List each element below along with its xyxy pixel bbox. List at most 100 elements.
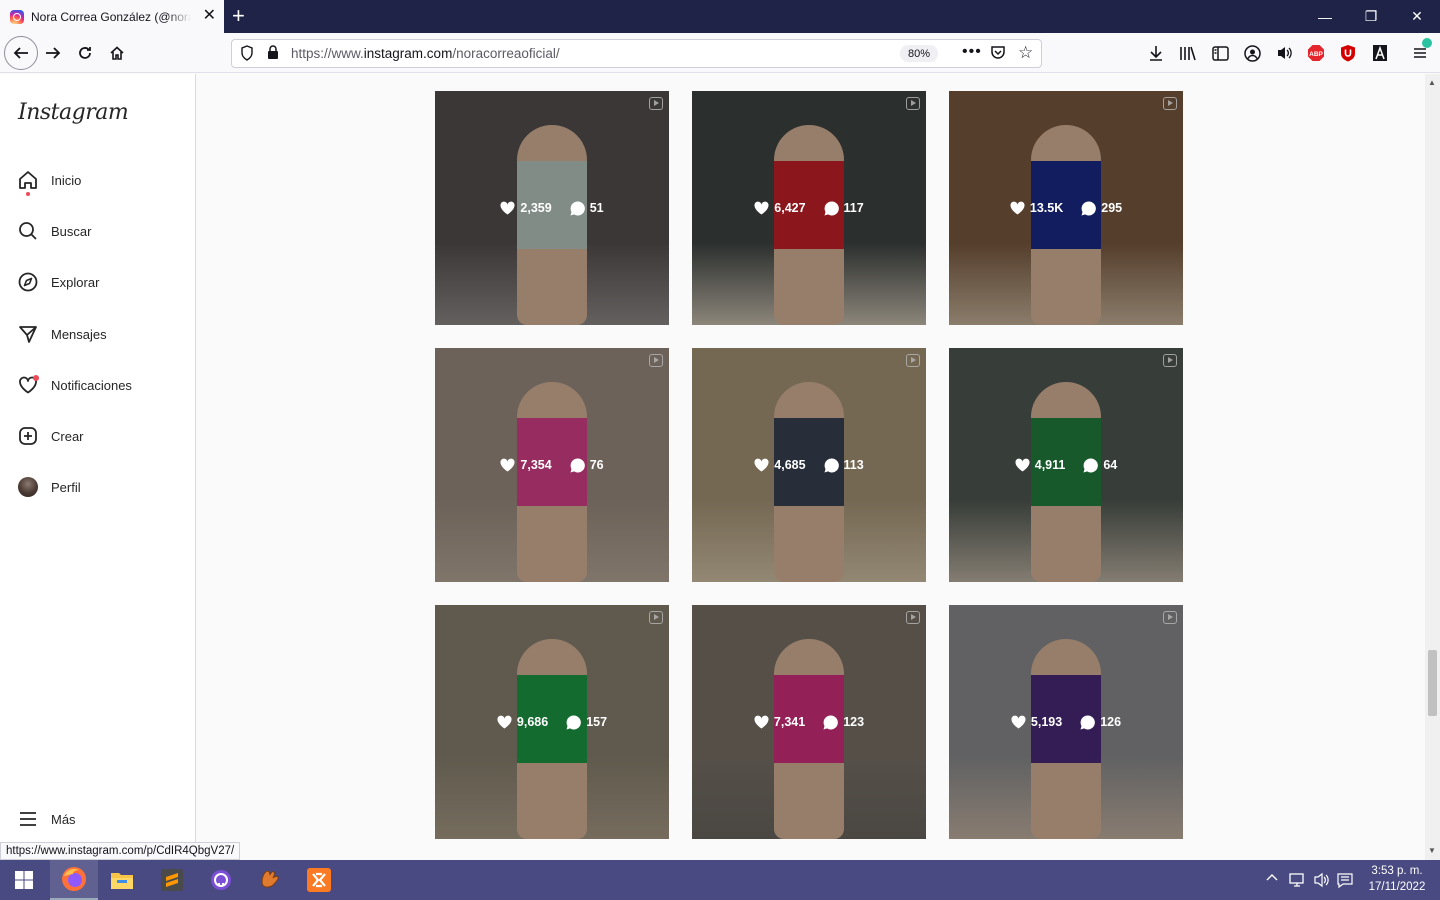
likes-stat: 7,354	[500, 458, 552, 472]
comment-icon	[823, 714, 839, 729]
heart-icon	[754, 201, 769, 215]
clock-time: 3:53 p. m.	[1371, 865, 1423, 877]
comment-icon	[1080, 714, 1096, 729]
sidebar-item-perfil[interactable]: Perfil	[17, 474, 81, 500]
likes-count: 13.5K	[1029, 201, 1064, 215]
sidebar-item-mensajes[interactable]: Mensajes	[17, 321, 107, 347]
post-thumbnail[interactable]: 7,354 76	[435, 348, 669, 582]
likes-stat: 9,686	[497, 715, 548, 729]
post-hover-overlay[interactable]: 4,911 64	[949, 348, 1183, 582]
xampp-icon[interactable]	[295, 860, 343, 900]
sidebar-item-buscar[interactable]: Buscar	[17, 218, 91, 244]
close-window-button[interactable]: ✕	[1394, 0, 1440, 33]
likes-count: 7,354	[520, 458, 552, 472]
plus-square-icon	[17, 425, 39, 447]
ublock-icon[interactable]	[1338, 43, 1358, 63]
restore-button[interactable]: ❐	[1348, 0, 1394, 33]
more-actions-icon[interactable]: •••	[962, 43, 982, 61]
comments-stat: 64	[1083, 457, 1117, 473]
sidebar-item-label: Más	[51, 811, 76, 827]
windows-start-icon[interactable]	[0, 860, 48, 900]
app-menu-icon[interactable]	[1410, 38, 1432, 63]
comments-stat: 295	[1081, 200, 1122, 216]
baseball-glove-icon[interactable]	[246, 860, 294, 900]
bookmark-star-icon[interactable]: ☆	[1018, 43, 1033, 63]
comments-stat: 123	[823, 714, 865, 730]
sidebar-toggle-icon[interactable]	[1210, 43, 1230, 63]
post-thumbnail[interactable]: 4,911 64	[949, 348, 1183, 582]
avatar-wrapper	[17, 476, 39, 498]
speaker-icon[interactable]	[1274, 43, 1294, 63]
sidebar-item-crear[interactable]: Crear	[17, 423, 84, 449]
comments-stat: 51	[570, 200, 604, 216]
extension-icon[interactable]	[1370, 43, 1390, 63]
account-icon[interactable]	[1242, 43, 1262, 63]
page-scrollbar[interactable]: ▲ ▼	[1425, 74, 1440, 860]
post-thumbnail[interactable]: 6,427 117	[692, 91, 926, 325]
url-bar[interactable]: https://www.instagram.com/noracorreaofic…	[231, 39, 1042, 68]
post-hover-overlay[interactable]: 4,685 113	[692, 348, 926, 582]
system-clock[interactable]: 3:53 p. m. 17/11/2022	[1357, 863, 1437, 895]
comments-count: 123	[843, 715, 865, 729]
post-thumbnail[interactable]: 4,685 113	[692, 348, 926, 582]
show-hidden-icons-chevron-icon[interactable]	[1266, 870, 1278, 885]
post-thumbnail[interactable]: 9,686 157	[435, 605, 669, 839]
comment-icon	[1081, 200, 1097, 215]
post-hover-overlay[interactable]: 7,341 123	[692, 605, 926, 839]
network-icon[interactable]	[1289, 872, 1307, 891]
post-hover-overlay[interactable]: 2,359 51	[435, 91, 669, 325]
sidebar-item-mas[interactable]: Más	[17, 806, 76, 832]
file-explorer-icon[interactable]	[98, 860, 146, 900]
heart-icon	[500, 458, 515, 472]
sidebar-item-label: Inicio	[51, 172, 82, 188]
adblock-plus-icon[interactable]: ABP	[1306, 43, 1326, 63]
volume-icon[interactable]	[1313, 872, 1331, 891]
back-button[interactable]	[4, 36, 38, 70]
comments-count: 157	[586, 715, 608, 729]
comments-stat: 157	[566, 714, 608, 730]
shield-icon[interactable]	[240, 45, 254, 64]
likes-stat: 5,193	[1011, 715, 1062, 729]
sublime-text-icon[interactable]	[148, 860, 196, 900]
comments-count: 51	[589, 201, 604, 215]
sidebar-item-explorar[interactable]: Explorar	[17, 269, 99, 295]
comments-stat: 76	[570, 457, 604, 473]
close-tab-icon[interactable]: ✕	[203, 8, 216, 24]
post-hover-overlay[interactable]: 13.5K 295	[949, 91, 1183, 325]
sidebar-item-inicio[interactable]: Inicio	[17, 167, 82, 196]
action-center-icon[interactable]	[1337, 872, 1353, 891]
heart-icon	[17, 374, 39, 396]
reload-button[interactable]	[69, 37, 101, 69]
github-desktop-icon[interactable]	[197, 860, 245, 900]
forward-button[interactable]	[37, 37, 69, 69]
notification-dot	[26, 192, 30, 196]
url-text[interactable]: https://www.instagram.com/noracorreaofic…	[291, 46, 560, 61]
heart-icon	[754, 458, 769, 472]
post-thumbnail[interactable]: 2,359 51	[435, 91, 669, 325]
post-hover-overlay[interactable]: 9,686 157	[435, 605, 669, 839]
firefox-icon[interactable]	[50, 860, 98, 900]
post-hover-overlay[interactable]: 5,193 126	[949, 605, 1183, 839]
home-button[interactable]	[101, 37, 133, 69]
post-hover-overlay[interactable]: 6,427 117	[692, 91, 926, 325]
scrollbar-thumb[interactable]	[1428, 650, 1437, 716]
downloads-icon[interactable]	[1146, 43, 1166, 63]
windows-taskbar: 3:53 p. m. 17/11/2022	[0, 860, 1440, 900]
lock-icon[interactable]	[267, 45, 279, 63]
post-thumbnail[interactable]: 13.5K 295	[949, 91, 1183, 325]
minimize-button[interactable]: —	[1302, 0, 1348, 33]
comments-count: 126	[1100, 715, 1122, 729]
post-thumbnail[interactable]: 7,341 123	[692, 605, 926, 839]
library-icon[interactable]	[1178, 43, 1198, 63]
browser-tab[interactable]: Nora Correa González (@noracorreaoficial…	[0, 0, 224, 33]
scroll-down-arrow-icon[interactable]: ▼	[1428, 846, 1436, 855]
instagram-logo[interactable]: Instagram	[18, 100, 129, 125]
sidebar-item-notificaciones[interactable]: Notificaciones	[17, 372, 132, 398]
new-tab-button[interactable]: +	[232, 4, 245, 28]
zoom-level-badge[interactable]: 80%	[900, 45, 938, 62]
pocket-icon[interactable]	[990, 45, 1006, 63]
scroll-up-arrow-icon[interactable]: ▲	[1428, 78, 1436, 87]
post-thumbnail[interactable]: 5,193 126	[949, 605, 1183, 839]
likes-stat: 4,911	[1015, 458, 1065, 472]
post-hover-overlay[interactable]: 7,354 76	[435, 348, 669, 582]
